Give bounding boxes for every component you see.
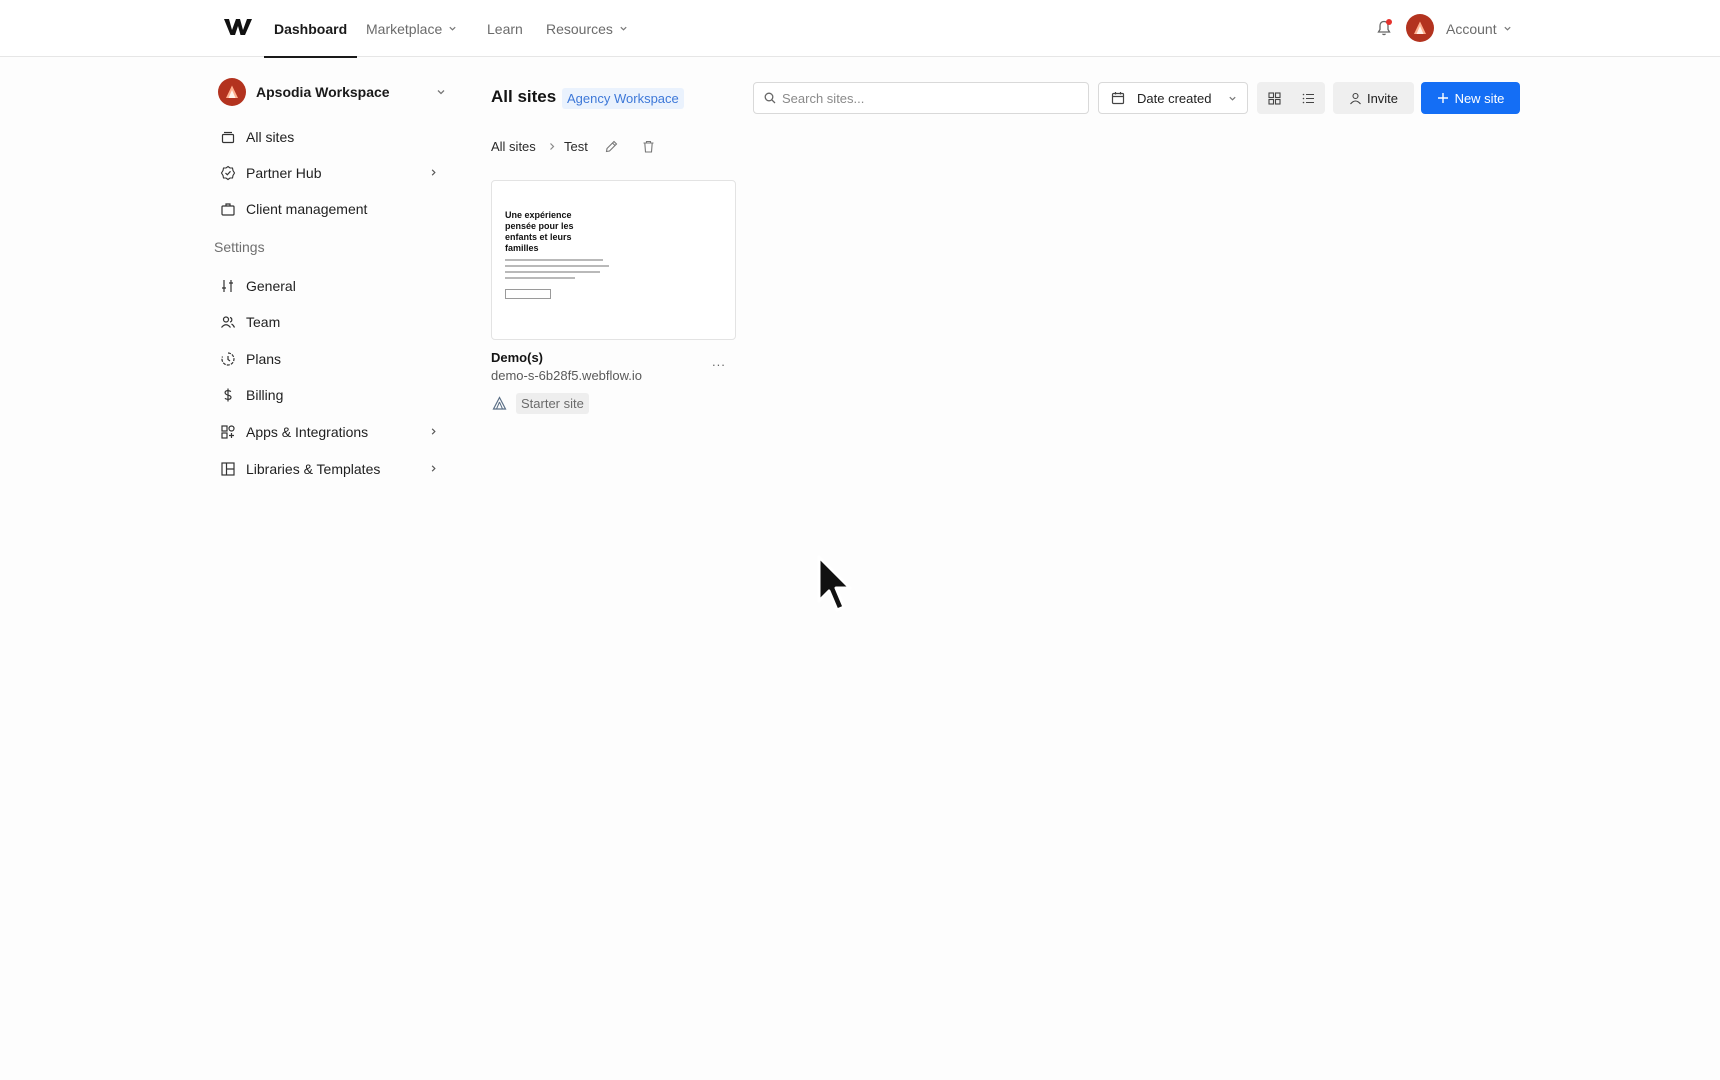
sidebar-item-label: Libraries & Templates	[246, 461, 381, 477]
search-icon	[764, 92, 776, 104]
sidebar-item-label: Client management	[246, 201, 368, 217]
search-field[interactable]	[753, 82, 1089, 114]
chevron-down-icon	[437, 90, 445, 95]
sidebar-item-label: Partner Hub	[246, 165, 322, 181]
nav-learn[interactable]: Learn	[487, 0, 523, 57]
nav-learn-label: Learn	[487, 20, 523, 37]
thumbnail-text-line	[505, 277, 575, 279]
page-title: All sites	[491, 87, 557, 106]
grid-view-button[interactable]	[1257, 82, 1291, 114]
invite-button[interactable]: Invite	[1333, 82, 1414, 114]
sidebar-item-client-management[interactable]: Client management	[216, 194, 442, 224]
chevron-right-icon	[431, 465, 436, 472]
dollar-icon	[224, 388, 232, 402]
list-view-button[interactable]	[1291, 82, 1325, 114]
list-icon	[1302, 93, 1314, 103]
plans-icon	[221, 352, 235, 366]
sidebar-item-general[interactable]: General	[216, 271, 442, 301]
trash-icon[interactable]	[641, 139, 656, 154]
chevron-right-icon	[431, 169, 436, 176]
top-navigation-bar: Dashboard Marketplace Learn Resources Ac…	[0, 0, 1720, 58]
stack-icon	[221, 131, 235, 144]
nav-resources-label: Resources	[546, 20, 613, 37]
sidebar-item-billing[interactable]: Billing	[216, 380, 442, 410]
users-icon	[221, 316, 236, 328]
starter-plan-icon	[492, 396, 507, 410]
pencil-icon[interactable]	[604, 139, 619, 154]
calendar-icon	[1111, 92, 1125, 105]
invite-label: Invite	[1366, 90, 1399, 106]
sidebar-item-plans[interactable]: Plans	[216, 344, 442, 374]
badge-check-icon	[220, 165, 236, 181]
sidebar-item-label: General	[246, 278, 296, 294]
account-menu[interactable]: Account	[1446, 0, 1512, 57]
chevron-down-icon	[449, 26, 456, 31]
account-label: Account	[1446, 20, 1497, 37]
mouse-pointer-icon	[817, 555, 852, 612]
thumbnail-title: Une expérience pensée pour les enfants e…	[505, 210, 574, 253]
chevron-down-icon	[1229, 96, 1236, 101]
chevron-right-icon	[431, 428, 436, 435]
search-input[interactable]	[782, 90, 1072, 106]
nav-dashboard[interactable]: Dashboard	[263, 0, 358, 58]
nav-marketplace[interactable]: Marketplace	[366, 0, 457, 57]
sort-label: Date created	[1137, 90, 1212, 106]
sidebar-item-label: Team	[246, 314, 281, 330]
user-icon	[1350, 92, 1361, 104]
thumbnail-text-line	[505, 259, 603, 261]
new-site-label: New site	[1454, 90, 1505, 106]
sidebar-item-apps-integrations[interactable]: Apps & Integrations	[216, 417, 442, 447]
thumbnail-text-line	[505, 265, 609, 267]
grid-icon	[1267, 91, 1281, 105]
apps-icon	[221, 425, 235, 439]
settings-heading: Settings	[214, 239, 265, 255]
bell-icon[interactable]	[1376, 19, 1392, 37]
chevron-right-icon	[550, 143, 555, 150]
site-name[interactable]: Demo(s)	[491, 350, 543, 365]
breadcrumb-current-folder: Test	[564, 139, 588, 154]
plus-icon	[1437, 93, 1448, 103]
nav-resources[interactable]: Resources	[546, 0, 628, 57]
thumbnail-cta	[505, 289, 551, 299]
site-thumbnail[interactable]: Une expérience pensée pour les enfants e…	[491, 180, 736, 340]
sidebar-item-label: Plans	[246, 351, 282, 367]
workspace-name: Apsodia Workspace	[256, 84, 390, 100]
briefcase-icon	[221, 203, 235, 216]
chevron-down-icon	[620, 26, 627, 31]
apsodia-logo-icon	[226, 85, 238, 98]
chevron-down-icon	[1503, 26, 1511, 31]
sidebar-item-label: All sites	[246, 129, 295, 145]
sidebar-item-all-sites[interactable]: All sites	[216, 122, 442, 152]
webflow-logo[interactable]	[224, 17, 252, 37]
sidebar-item-libraries-templates[interactable]: Libraries & Templates	[216, 454, 442, 484]
sidebar-item-partner-hub[interactable]: Partner Hub	[216, 158, 442, 188]
thumbnail-text-line	[505, 271, 600, 273]
account-avatar[interactable]	[1406, 14, 1434, 42]
sidebar-item-team[interactable]: Team	[216, 307, 442, 337]
sidebar-item-label: Billing	[246, 387, 284, 403]
notification-dot	[1386, 19, 1392, 25]
sidebar-item-label: Apps & Integrations	[246, 424, 369, 440]
plan-badge: Starter site	[516, 393, 589, 414]
nav-marketplace-label: Marketplace	[366, 20, 443, 37]
breadcrumb-all-sites[interactable]: All sites	[491, 139, 536, 154]
workspace-badge: Agency Workspace	[562, 88, 684, 109]
nav-dashboard-label: Dashboard	[274, 20, 348, 37]
view-toggle	[1257, 82, 1325, 114]
apsodia-logo-icon	[1414, 21, 1426, 34]
site-more-options-button[interactable]: ...	[712, 354, 726, 369]
workspace-switcher[interactable]: Apsodia Workspace	[218, 77, 448, 107]
sort-dropdown[interactable]: Date created	[1098, 82, 1248, 114]
site-domain: demo-s-6b28f5.webflow.io	[491, 368, 643, 383]
library-icon	[221, 462, 235, 476]
workspace-avatar	[218, 78, 246, 106]
sliders-icon	[222, 280, 233, 292]
new-site-button[interactable]: New site	[1421, 82, 1520, 114]
